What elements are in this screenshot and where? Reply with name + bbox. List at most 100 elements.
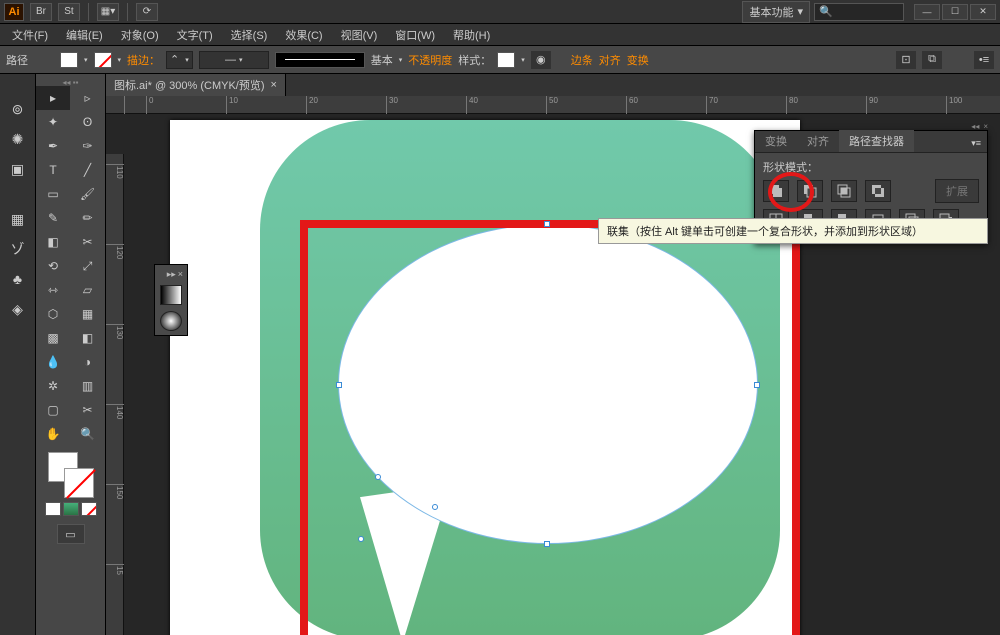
minimize-button[interactable]: — <box>914 4 940 20</box>
gradient-tool[interactable]: ◧ <box>71 326 105 350</box>
stroke-color[interactable] <box>64 468 94 498</box>
tab-pathfinder[interactable]: 路径查找器 <box>839 130 914 152</box>
screen-mode-button[interactable]: ▭ <box>57 524 85 544</box>
scissors-tool[interactable]: ✂ <box>71 230 105 254</box>
line-tool[interactable]: ╱ <box>71 158 105 182</box>
pathfinder-intersect-button[interactable] <box>831 180 857 202</box>
menu-type[interactable]: 文字(T) <box>169 25 221 45</box>
graphic-style-swatch[interactable] <box>497 52 515 68</box>
zoom-tool[interactable]: 🔍 <box>71 422 105 446</box>
collapse-icon[interactable]: ▸▸ <box>167 269 176 279</box>
brush-definition[interactable] <box>275 52 365 68</box>
expand-button[interactable]: 扩展 <box>935 179 979 203</box>
cc-libraries-icon[interactable]: ⊚ <box>7 98 29 120</box>
panel-menu-icon[interactable]: ▾≡ <box>965 135 987 152</box>
shaper-tool[interactable]: ✎ <box>36 206 70 230</box>
symbols-icon[interactable]: ♣ <box>7 268 29 290</box>
chevron-down-icon[interactable]: ▾ <box>84 56 88 64</box>
blend-tool[interactable]: ◑ <box>71 350 105 374</box>
anchor-point[interactable] <box>544 221 550 227</box>
free-transform-tool[interactable]: ▱ <box>71 278 105 302</box>
ruler-horizontal[interactable]: 0 10 20 30 40 50 60 70 80 90 100 <box>106 96 1000 114</box>
link-transform[interactable]: 变换 <box>627 52 649 68</box>
menu-edit[interactable]: 编辑(E) <box>58 25 111 45</box>
menu-help[interactable]: 帮助(H) <box>445 25 498 45</box>
pathfinder-exclude-button[interactable] <box>865 180 891 202</box>
slice-tool[interactable]: ✂ <box>71 398 105 422</box>
layers-icon[interactable]: ▣ <box>7 158 29 180</box>
linear-gradient-swatch[interactable] <box>160 285 182 305</box>
isolate-button[interactable]: ⊡ <box>896 51 916 69</box>
opacity-label[interactable]: 不透明度 <box>408 52 452 68</box>
edit-clip-button[interactable]: ⧉ <box>922 51 942 69</box>
swatches-icon[interactable]: ◈ <box>7 298 29 320</box>
gradient-mini-panel[interactable]: ▸▸× <box>154 264 188 336</box>
color-mode-swatch[interactable] <box>45 502 61 516</box>
anchor-point[interactable] <box>375 474 381 480</box>
stroke-label[interactable]: 描边： <box>127 52 160 68</box>
link-border[interactable]: 边条 <box>571 52 593 68</box>
var-width-profile[interactable]: — ▾ <box>199 51 269 69</box>
menu-window[interactable]: 窗口(W) <box>387 25 443 45</box>
none-mode-swatch[interactable] <box>81 502 97 516</box>
ruler-vertical[interactable]: 110 120 130 140 150 15 <box>106 154 124 635</box>
properties-icon[interactable]: ✺ <box>7 128 29 150</box>
tab-transform[interactable]: 变换 <box>755 130 797 152</box>
eraser-tool[interactable]: ◧ <box>36 230 70 254</box>
panel-grip[interactable]: ◂◂× <box>754 122 988 130</box>
close-icon[interactable]: × <box>178 269 183 279</box>
shape-builder-tool[interactable]: ⬡ <box>36 302 70 326</box>
hand-tool[interactable]: ✋ <box>36 422 70 446</box>
stock-icon[interactable]: St <box>58 3 80 21</box>
lasso-tool[interactable]: ʘ <box>71 110 105 134</box>
stroke-weight-field[interactable]: ⌃▾ <box>166 51 193 69</box>
selection-tool[interactable]: ▸ <box>36 86 70 110</box>
control-menu-button[interactable]: •≡ <box>974 51 994 69</box>
radial-gradient-swatch[interactable] <box>160 311 182 331</box>
anchor-point[interactable] <box>754 382 760 388</box>
pen-tool[interactable]: ✒ <box>36 134 70 158</box>
fill-swatch[interactable] <box>60 52 78 68</box>
scale-tool[interactable]: ⤢ <box>71 254 105 278</box>
gpu-icon[interactable]: ⟳ <box>136 3 158 21</box>
direct-selection-tool[interactable]: ▹ <box>71 86 105 110</box>
fill-stroke-indicator[interactable] <box>48 452 94 498</box>
chevron-down-icon[interactable]: ▾ <box>118 56 122 64</box>
rotate-tool[interactable]: ⟲ <box>36 254 70 278</box>
paintbrush-tool[interactable]: 🖌 <box>71 182 105 206</box>
chevron-down-icon[interactable]: ▾ <box>399 56 403 64</box>
menu-view[interactable]: 视图(V) <box>333 25 386 45</box>
menu-effect[interactable]: 效果(C) <box>277 25 330 45</box>
type-tool[interactable]: T <box>36 158 70 182</box>
link-align[interactable]: 对齐 <box>599 52 621 68</box>
artboard-tool[interactable]: ▢ <box>36 398 70 422</box>
close-tab-icon[interactable]: × <box>271 79 277 91</box>
document-tab[interactable]: 图标.ai* @ 300% (CMYK/预览) × <box>106 74 286 96</box>
menu-select[interactable]: 选择(S) <box>223 25 276 45</box>
anchor-point[interactable] <box>544 541 550 547</box>
maximize-button[interactable]: ☐ <box>942 4 968 20</box>
arrange-docs-icon[interactable]: ▦▾ <box>97 3 119 21</box>
anchor-point[interactable] <box>358 536 364 542</box>
menu-file[interactable]: 文件(F) <box>4 25 56 45</box>
width-tool[interactable]: ⇿ <box>36 278 70 302</box>
panel-grip[interactable]: ◂◂ ▪▪ <box>36 78 105 86</box>
search-input[interactable]: 🔍 <box>814 3 904 21</box>
rectangle-tool[interactable]: ▭ <box>36 182 70 206</box>
magic-wand-tool[interactable]: ✦ <box>36 110 70 134</box>
workspace-switcher[interactable]: 基本功能 ▾ <box>742 1 810 23</box>
symbol-sprayer-tool[interactable]: ✲ <box>36 374 70 398</box>
brushes-icon[interactable]: ゾ <box>7 238 29 260</box>
chevron-down-icon[interactable]: ▾ <box>521 56 525 64</box>
pencil-tool[interactable]: ✏ <box>71 206 105 230</box>
mesh-tool[interactable]: ▩ <box>36 326 70 350</box>
menu-object[interactable]: 对象(O) <box>113 25 167 45</box>
perspective-tool[interactable]: ▦ <box>71 302 105 326</box>
graph-tool[interactable]: ▥ <box>71 374 105 398</box>
eyedropper-tool[interactable]: 💧 <box>36 350 70 374</box>
anchor-point[interactable] <box>432 504 438 510</box>
close-button[interactable]: ✕ <box>970 4 996 20</box>
gradient-mode-swatch[interactable] <box>63 502 79 516</box>
bridge-icon[interactable]: Br <box>30 3 52 21</box>
grid-icon[interactable]: ▦ <box>7 208 29 230</box>
